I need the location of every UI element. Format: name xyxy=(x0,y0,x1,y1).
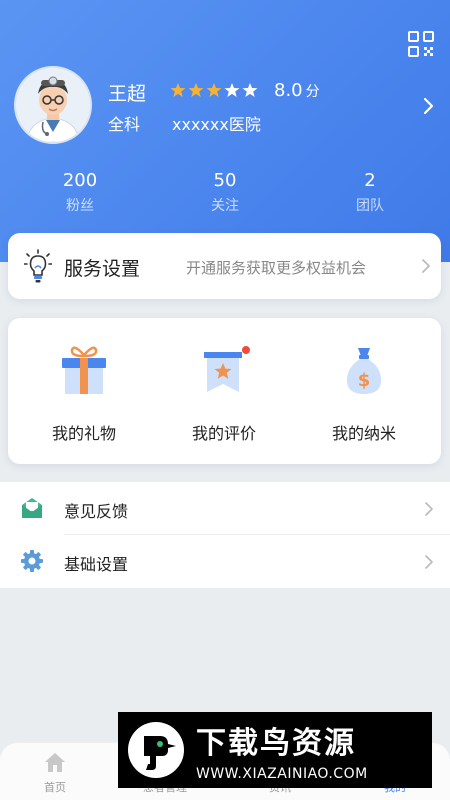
quick-action-gift[interactable]: 我的礼物 xyxy=(14,342,154,444)
menu-item-basic-settings[interactable]: 基础设置 xyxy=(0,535,450,588)
stat-fans[interactable]: 200 粉丝 xyxy=(25,170,135,215)
rating-score: 8.0 分 xyxy=(274,80,320,101)
star-icon xyxy=(224,83,240,97)
home-icon xyxy=(45,753,65,772)
tab-label: 首页 xyxy=(44,781,66,794)
review-badge-icon xyxy=(204,346,250,392)
score-value: 8.0 xyxy=(274,80,303,101)
quick-action-label: 我的礼物 xyxy=(51,424,116,443)
stat-value: 2 xyxy=(364,170,376,191)
doctor-department: 全科 xyxy=(108,115,141,134)
service-settings-card[interactable]: 服务设置 开通服务获取更多权益机会 xyxy=(8,233,441,299)
quick-action-nami[interactable]: $ 我的纳米 xyxy=(294,342,434,444)
quick-actions-card: 我的礼物 我的评价 $ 我的纳米 xyxy=(8,318,441,464)
lightbulb-icon xyxy=(24,249,52,283)
service-settings-title: 服务设置 xyxy=(64,258,141,280)
quick-action-label: 我的评价 xyxy=(191,424,256,443)
quick-action-label: 我的纳米 xyxy=(331,424,396,443)
bird-logo-icon xyxy=(128,722,184,778)
stat-following[interactable]: 50 关注 xyxy=(170,170,280,215)
qr-code-icon[interactable] xyxy=(407,30,435,58)
chevron-right-icon xyxy=(422,259,430,273)
chevron-right-icon xyxy=(425,502,433,516)
site-watermark: 下载鸟资源 WWW.XIAZAINIAO.COM xyxy=(118,712,432,788)
stat-value: 200 xyxy=(62,170,98,191)
score-unit: 分 xyxy=(305,84,320,100)
svg-text:$: $ xyxy=(358,370,371,391)
stat-label: 粉丝 xyxy=(66,198,94,214)
doctor-name: 王超 xyxy=(108,83,147,105)
gift-icon xyxy=(62,346,106,394)
watermark-url: WWW.XIAZAINIAO.COM xyxy=(196,766,368,782)
money-bag-icon: $ xyxy=(346,348,382,394)
watermark-title: 下载鸟资源 xyxy=(196,726,356,761)
doctor-avatar[interactable] xyxy=(14,66,92,144)
menu-item-label: 基础设置 xyxy=(64,555,129,574)
quick-action-review[interactable]: 我的评价 xyxy=(154,342,294,444)
settings-menu: 意见反馈 基础设置 xyxy=(0,482,450,588)
stat-label: 关注 xyxy=(211,198,239,214)
star-icon xyxy=(170,83,186,97)
menu-item-label: 意见反馈 xyxy=(64,502,129,521)
chevron-right-icon xyxy=(425,555,433,569)
chevron-right-icon[interactable] xyxy=(421,96,437,116)
star-icon xyxy=(188,83,204,97)
star-icon xyxy=(206,83,222,97)
notification-dot xyxy=(242,346,250,354)
service-settings-description: 开通服务获取更多权益机会 xyxy=(186,259,367,277)
star-icon xyxy=(242,83,258,97)
stat-label: 团队 xyxy=(356,198,384,214)
stat-team[interactable]: 2 团队 xyxy=(315,170,425,215)
tab-home[interactable]: 首页 xyxy=(15,751,95,795)
gear-icon xyxy=(21,550,43,572)
doctor-hospital: xxxxxx医院 xyxy=(172,115,261,134)
stat-value: 50 xyxy=(213,170,237,191)
rating-stars xyxy=(170,82,258,98)
feedback-envelope-icon xyxy=(22,498,42,518)
menu-item-feedback[interactable]: 意见反馈 xyxy=(0,482,450,535)
